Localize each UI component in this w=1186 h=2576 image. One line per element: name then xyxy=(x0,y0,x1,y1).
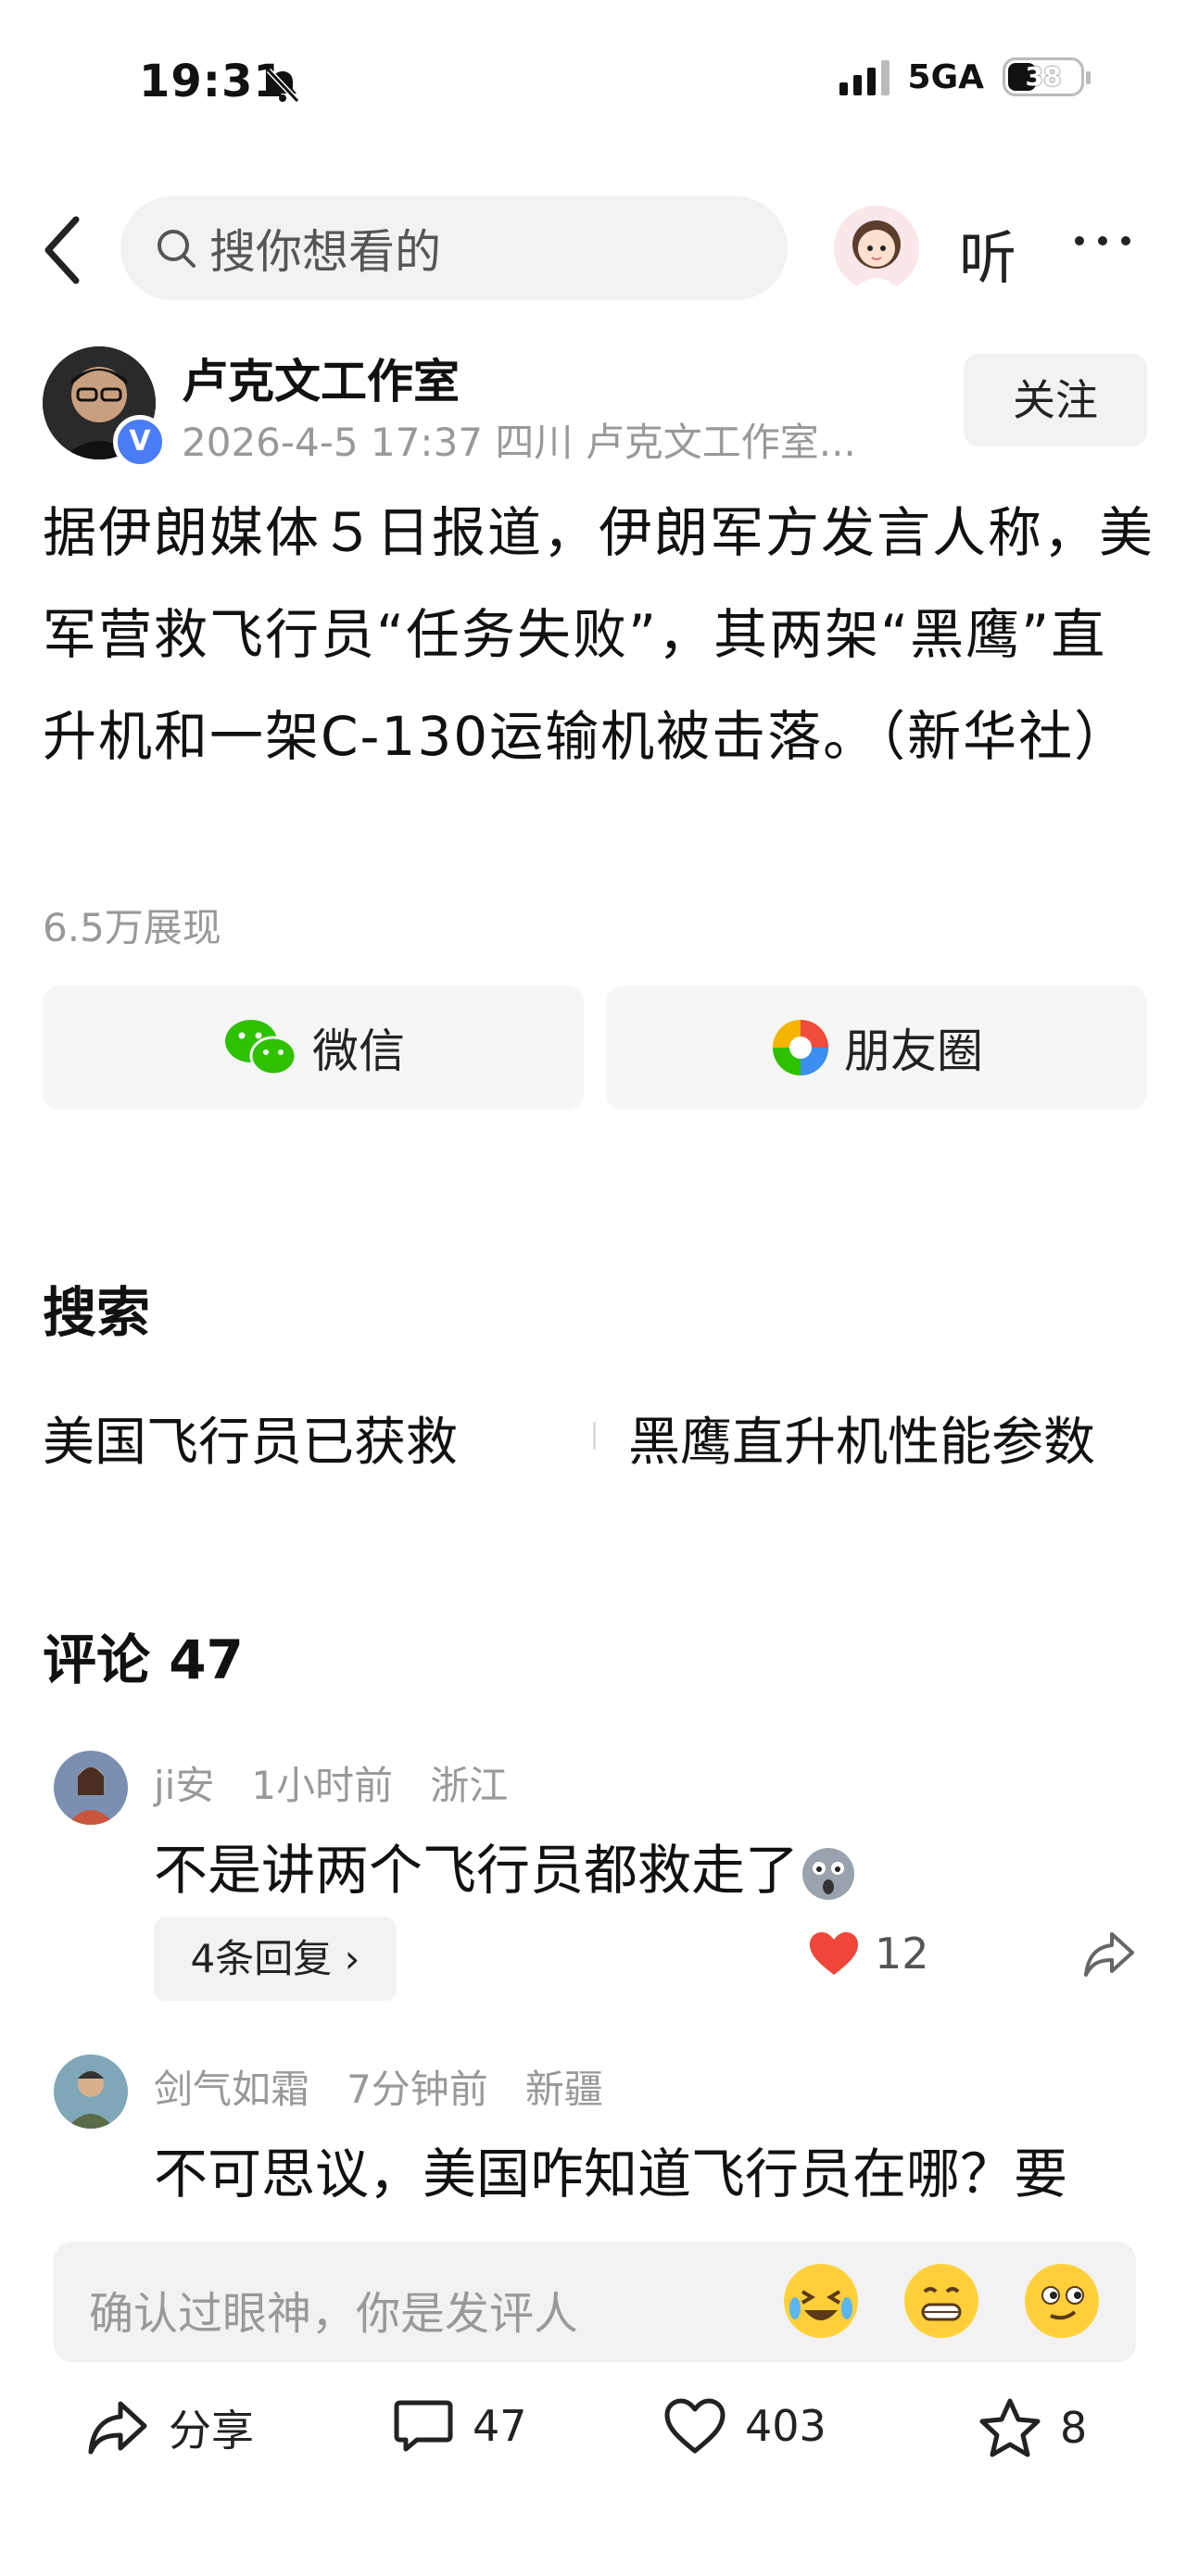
comment-location: 新疆 xyxy=(524,2067,603,2112)
replies-label: 4条回复 xyxy=(190,1936,333,1981)
shocked-emoji-icon xyxy=(802,1847,855,1900)
comments-button[interactable]: 47 xyxy=(393,2397,527,2455)
comments-title: 评论 47 xyxy=(43,1628,244,1691)
battery-level: 38 xyxy=(1025,61,1062,92)
share-wechat-button[interactable]: 微信 xyxy=(43,986,584,1110)
related-search-item[interactable]: 美国飞行员已获救 xyxy=(43,1401,458,1476)
share-icon xyxy=(88,2401,147,2455)
back-arrow-icon[interactable] xyxy=(37,208,93,292)
star-outline-icon xyxy=(979,2398,1041,2457)
follow-button[interactable]: 关注 xyxy=(964,354,1147,446)
listen-button[interactable]: 听 xyxy=(959,211,1016,295)
heart-outline-icon xyxy=(664,2398,725,2454)
network-type: 5GA xyxy=(907,57,984,96)
moments-icon xyxy=(773,1020,828,1075)
assistant-avatar[interactable] xyxy=(834,206,919,291)
mute-bell-icon xyxy=(266,68,300,104)
commenter-avatar[interactable] xyxy=(54,1751,128,1825)
more-icon[interactable] xyxy=(1075,236,1130,245)
comment-user[interactable]: ji安 xyxy=(154,1763,214,1808)
share-wechat-label: 微信 xyxy=(312,1024,405,1078)
view-count: 6.5万展现 xyxy=(43,905,221,950)
share-moments-button[interactable]: 朋友圈 xyxy=(606,986,1147,1110)
search-section-title: 搜索 xyxy=(43,1281,151,1344)
share-moments-label: 朋友圈 xyxy=(844,1024,983,1078)
comment-user[interactable]: 剑气如霜 xyxy=(154,2067,309,2112)
commenter-avatar[interactable] xyxy=(54,2055,128,2129)
like-button[interactable]: 403 xyxy=(663,2397,826,2455)
verified-badge-icon: V xyxy=(113,415,167,469)
comment-share-icon[interactable] xyxy=(1082,1930,1136,1979)
search-icon xyxy=(158,230,196,268)
share-label: 分享 xyxy=(169,2406,254,2456)
comment-text-content: 不是讲两个飞行员都救走了 xyxy=(154,1839,800,1902)
wechat-icon xyxy=(225,1020,297,1076)
comment-location: 浙江 xyxy=(430,1763,509,1808)
comment-time: 1小时前 xyxy=(251,1763,394,1808)
smirk-emoji-icon[interactable] xyxy=(1025,2264,1099,2338)
comment-meta: 剑气如霜 7分钟前 新疆 xyxy=(154,2058,603,2115)
status-indicators: 5GA 38 xyxy=(839,57,1091,96)
grinning-emoji-icon[interactable] xyxy=(904,2264,978,2338)
likes-count: 403 xyxy=(745,2401,826,2451)
search-input[interactable]: 搜你想看的 xyxy=(120,196,788,300)
comment-meta: ji安 1小时前 浙江 xyxy=(154,1754,508,1811)
divider xyxy=(593,1422,596,1450)
comment-text: 不可思议，美国咋知道飞行员在哪？要 xyxy=(154,2142,1068,2205)
search-placeholder: 搜你想看的 xyxy=(209,225,441,279)
comment-text: 不是讲两个飞行员都救走了 xyxy=(154,1827,858,1904)
comment-time: 7分钟前 xyxy=(347,2067,488,2112)
share-button[interactable]: 分享 xyxy=(85,2397,254,2458)
post-meta: 2026-4-5 17:37 四川 卢克文工作室... xyxy=(182,420,856,465)
related-search-item[interactable]: 黑鹰直升机性能参数 xyxy=(628,1401,1095,1476)
comment-input-placeholder: 确认过眼神，你是发评人 xyxy=(89,2288,579,2340)
comment-like-count: 12 xyxy=(875,1929,929,1979)
favorite-button[interactable]: 8 xyxy=(978,2397,1087,2458)
signal-icon xyxy=(839,58,890,95)
comment-icon xyxy=(394,2400,453,2452)
favorites-count: 8 xyxy=(1060,2403,1088,2453)
post-body: 据伊朗媒体５日报道，伊朗军方发言人称，美军营救飞行员“任务失败”，其两架“黑鹰”… xyxy=(43,501,1155,768)
heart-filled-icon xyxy=(810,1932,858,1975)
view-replies-button[interactable]: 4条回复 › xyxy=(154,1917,397,2001)
comments-count: 47 xyxy=(473,2401,527,2451)
battery-icon: 38 xyxy=(1003,57,1091,96)
comment-like-button[interactable]: 12 xyxy=(808,1929,929,1979)
laughing-crying-emoji-icon[interactable] xyxy=(784,2264,858,2338)
chevron-right-icon: › xyxy=(344,1936,360,1981)
author-name[interactable]: 卢克文工作室 xyxy=(182,345,460,411)
